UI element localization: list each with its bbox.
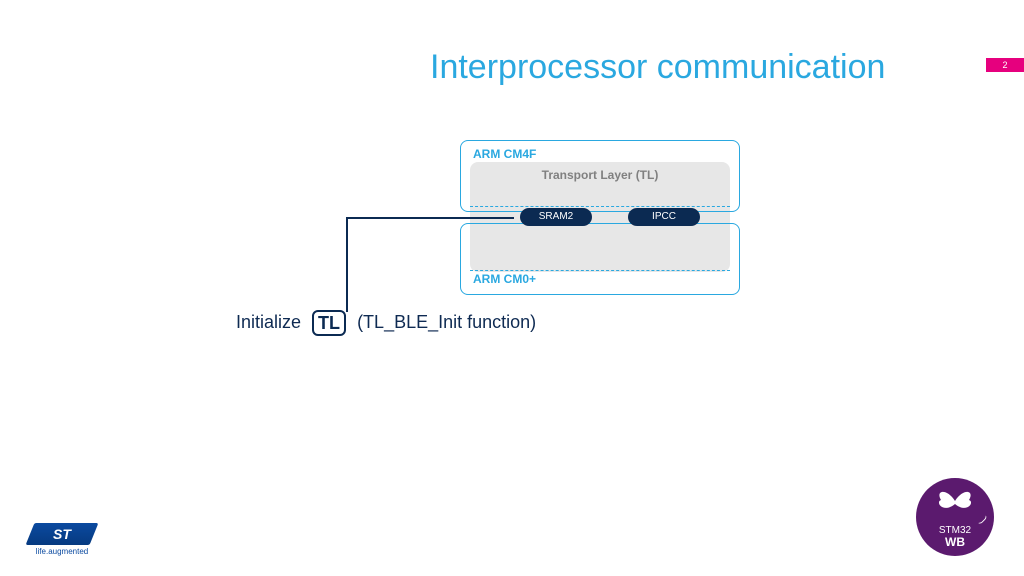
stm32wb-badge: ⟯ STM32 WB	[916, 478, 994, 556]
wb-label: WB	[945, 536, 965, 548]
cpu-block-cm4f: ARM CM4F	[460, 140, 740, 212]
cpu-cm4f-label: ARM CM4F	[461, 141, 739, 161]
cpu-cm0plus-label: ARM CM0+	[461, 224, 739, 286]
ipcc-pill: IPCC	[628, 208, 700, 226]
caption-line: Initialize TL (TL_BLE_Init function)	[236, 310, 536, 336]
caption-prefix: Initialize	[236, 312, 301, 332]
connector-horizontal	[346, 217, 514, 219]
sram2-pill: SRAM2	[520, 208, 592, 226]
connector-vertical	[346, 217, 348, 312]
st-logo-bar: ST	[26, 523, 99, 545]
cpu-block-cm0plus: ARM CM0+	[460, 223, 740, 295]
tl-highlight-box: TL	[312, 310, 346, 336]
wireless-icon: ⟯	[977, 515, 989, 527]
butterfly-icon	[935, 486, 975, 516]
slide-title: Interprocessor communication	[430, 48, 885, 87]
st-logo-tagline: life.augmented	[30, 547, 94, 556]
st-logo: ST life.augmented	[30, 523, 94, 556]
page-number-badge: 2	[986, 58, 1024, 72]
caption-suffix: (TL_BLE_Init function)	[357, 312, 536, 332]
st-logo-text: ST	[53, 526, 71, 542]
